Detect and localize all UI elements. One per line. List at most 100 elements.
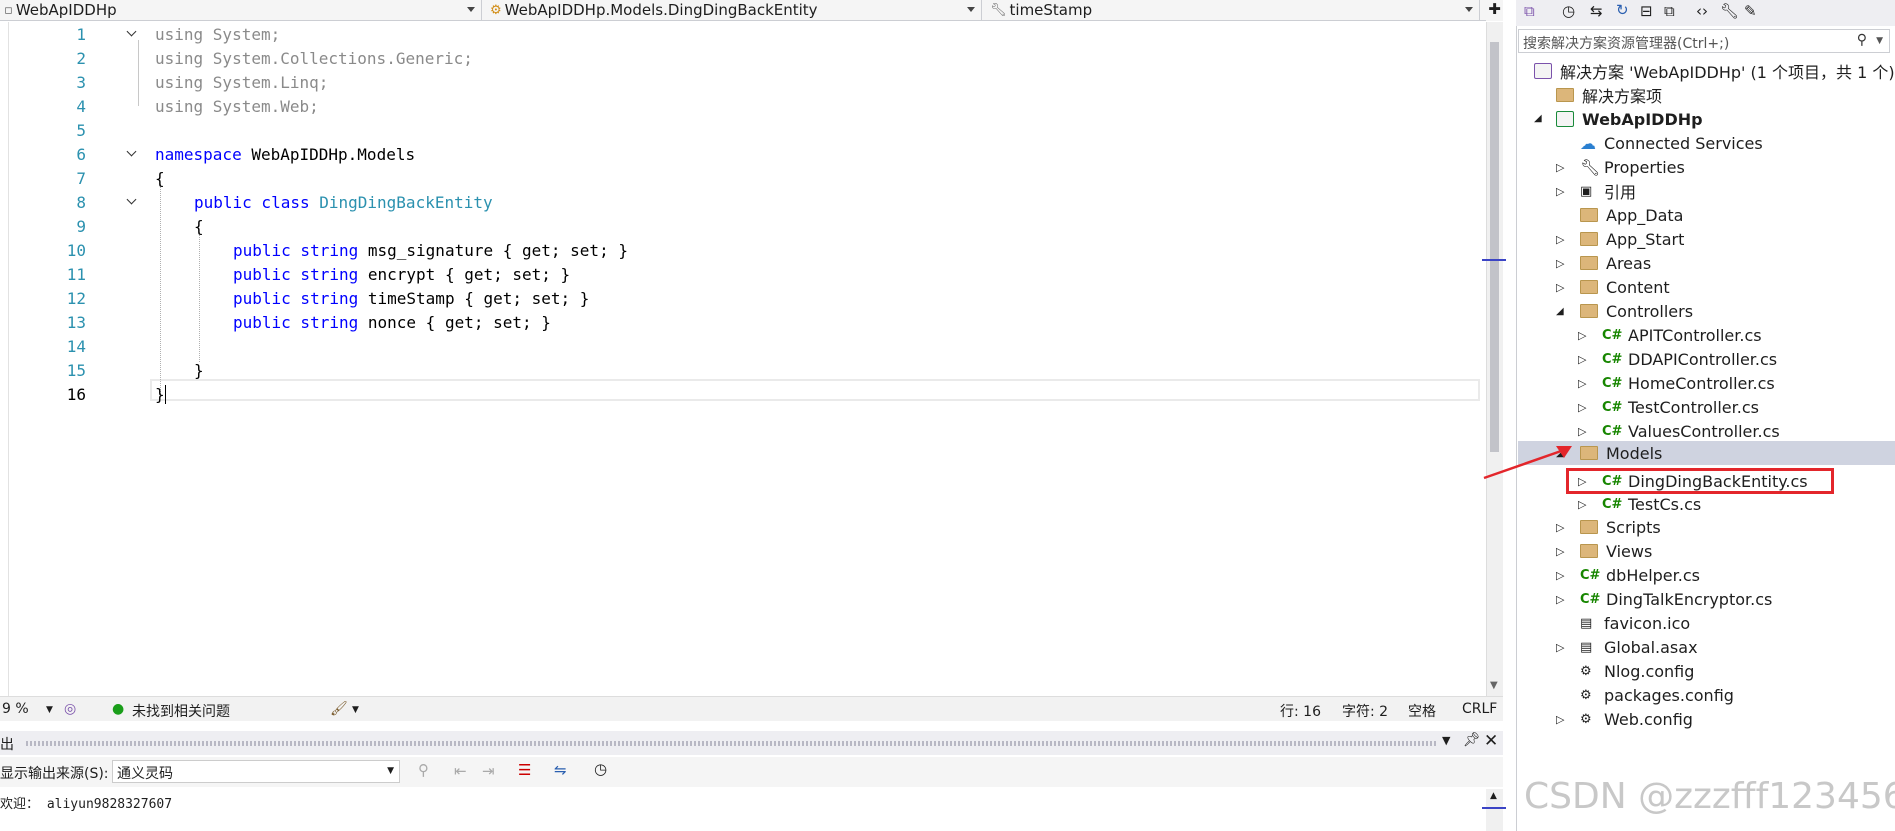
clear-all-icon[interactable]: ☰ [518,761,531,779]
collapse-all-icon[interactable]: ⊟ [1640,2,1653,20]
issues-status[interactable]: 未找到相关问题 [132,701,230,721]
collapse-icon[interactable] [126,196,138,208]
chevron-down-icon[interactable]: ▼ [352,705,359,715]
chevron-down-icon[interactable]: ▼ [1442,734,1450,747]
output-source-select[interactable]: 通义灵码 ▼ [112,760,400,783]
ai-assistant-icon[interactable]: ◎ [64,701,76,717]
tree-item-solution-items[interactable]: 解决方案项 [1556,83,1662,107]
zoom-level[interactable]: 9 % [2,701,29,717]
line-ending-indicator[interactable]: CRLF [1462,701,1497,717]
tree-item-connected-services[interactable]: ☁ Connected Services [1580,131,1763,155]
preview-icon[interactable]: ✎ [1744,2,1757,20]
expanded-icon[interactable]: ◢ [1556,306,1580,317]
tree-item-label: 引用 [1604,183,1637,202]
scroll-up-icon[interactable]: ▲ [1490,791,1497,801]
solution-explorer-toolbar: ⧉ ◷ ⇆ ↻ ⊟ ⧉ ‹› 🔧︎ ✎ [1516,0,1895,26]
tree-item-views[interactable]: ▷ Views [1556,539,1652,563]
find-message-icon[interactable]: ⚲ [418,761,429,779]
tree-item-file[interactable]: ⚙ Nlog.config [1580,659,1694,683]
expand-arrow-icon[interactable]: ▷ [1556,233,1580,246]
type-dropdown[interactable]: ⚙ WebApIDDHp.Models.DingDingBackEntity [486,0,982,20]
tree-item-file[interactable]: ▷ ▤ Global.asax [1556,635,1698,659]
tree-item-app-start[interactable]: ▷ App_Start [1556,227,1684,251]
refresh-icon[interactable]: ↻ [1616,1,1629,19]
word-wrap-icon[interactable]: ⇋ [554,761,567,779]
search-placeholder: 搜索解决方案资源管理器(Ctrl+;) [1523,36,1730,52]
expand-arrow-icon[interactable]: ▷ [1556,161,1580,174]
tree-item-label: HomeController.cs [1628,373,1775,393]
tree-item-file[interactable]: ▷ C# TestController.cs [1578,395,1759,419]
tree-item-file[interactable]: ▷ C# DingTalkEncryptor.cs [1556,587,1772,611]
wrench-icon[interactable]: 🔧︎ [1720,2,1739,20]
expand-arrow-icon[interactable]: ▷ [1556,713,1580,726]
asax-file-icon: ▤ [1580,639,1593,655]
chevron-down-icon[interactable]: ▼ [46,705,53,715]
member-dropdown[interactable]: 🔧︎ timeStamp [986,0,1480,20]
drag-grip[interactable] [26,741,1436,746]
tree-item-file[interactable]: ▷ C# HomeController.cs [1578,371,1775,395]
project-icon: ▫ [4,2,13,18]
expand-arrow-icon[interactable]: ▷ [1578,401,1602,414]
expand-arrow-icon[interactable]: ▷ [1556,281,1580,294]
expand-arrow-icon[interactable]: ▷ [1556,545,1580,558]
tree-item-controllers[interactable]: ◢ Controllers [1556,299,1693,323]
collapse-icon[interactable] [126,148,138,160]
next-message-icon[interactable]: ⇥ [482,762,495,780]
output-content[interactable]: 欢迎： aliyun9828327607 [0,789,1486,831]
chevron-down-icon: ▼ [387,766,394,776]
tree-item-content[interactable]: ▷ Content [1556,275,1670,299]
tree-item-file[interactable]: ⚙ packages.config [1580,683,1734,707]
tree-item-file[interactable]: ▷ C# dbHelper.cs [1556,563,1700,587]
expand-arrow-icon[interactable]: ▷ [1556,641,1580,654]
tree-item-project[interactable]: ◢ WebApIDDHp [1534,107,1703,131]
tree-item-properties[interactable]: ▷ 🔧︎ Properties [1556,155,1685,179]
show-all-files-icon[interactable]: ⧉ [1664,2,1675,20]
output-scrollbar[interactable]: ▲ [1482,789,1506,831]
tree-item-scripts[interactable]: ▷ Scripts [1556,515,1661,539]
expand-arrow-icon[interactable]: ▷ [1556,521,1580,534]
expand-arrow-icon[interactable]: ▷ [1556,185,1580,198]
chevron-down-icon[interactable]: ▼ [1876,36,1883,46]
pin-icon[interactable]: 📌︎ [1463,732,1481,748]
expand-arrow-icon[interactable]: ▷ [1578,329,1602,342]
vs-icon[interactable]: ⧉ [1524,2,1535,20]
code-view-icon[interactable]: ‹› [1696,2,1708,20]
close-icon[interactable]: ✕ [1484,731,1498,751]
tree-item-file[interactable]: ▷ C# TestCs.cs [1578,492,1701,516]
scrollbar-thumb[interactable] [1490,42,1499,452]
tree-item-areas[interactable]: ▷ Areas [1556,251,1651,275]
brush-icon[interactable]: 🖌︎ [330,701,348,717]
scroll-down-icon[interactable]: ▼ [1490,680,1498,691]
code-editor[interactable] [0,22,1486,696]
previous-message-icon[interactable]: ⇤ [454,762,467,780]
expand-arrow-icon[interactable]: ▷ [1578,353,1602,366]
expand-arrow-icon[interactable]: ▷ [1578,498,1602,511]
expand-arrow-icon[interactable]: ▷ [1556,569,1580,582]
tree-item-file[interactable]: ▷ ⚙ Web.config [1556,707,1693,731]
expand-arrow-icon[interactable]: ▷ [1578,425,1602,438]
solution-search-box[interactable]: 搜索解决方案资源管理器(Ctrl+;) ⚲ ▼ [1518,29,1890,53]
column-indicator[interactable]: 字符: 2 [1342,701,1388,721]
search-icon[interactable]: ⚲ [1857,32,1867,48]
tree-item-file[interactable]: ▷ C# APITController.cs [1578,323,1762,347]
tree-item-app-data[interactable]: App_Data [1580,203,1683,227]
tree-item-solution[interactable]: 解决方案 'WebApIDDHp' (1 个项目，共 1 个) [1534,59,1895,83]
tree-item-file[interactable]: ▷ C# DDAPIController.cs [1578,347,1777,371]
collapse-icon[interactable] [126,28,138,40]
expand-arrow-icon[interactable]: ▷ [1556,593,1580,606]
tree-item-file[interactable]: ▤ favicon.ico [1580,611,1690,635]
csharp-file-icon: C# [1580,591,1601,607]
clock-icon[interactable]: ◷ [594,760,607,778]
tree-item-references[interactable]: ▷ ▣ 引用 [1556,179,1636,203]
line-indicator[interactable]: 行: 16 [1280,701,1321,721]
tree-item-label: App_Data [1606,205,1684,225]
project-dropdown[interactable]: ▫ WebApIDDHp [0,0,482,20]
favicon-file-icon: ▤ [1580,615,1593,631]
expand-arrow-icon[interactable]: ▷ [1556,257,1580,270]
tree-item-file[interactable]: ▷ C# ValuesController.cs [1578,419,1780,443]
split-window-icon[interactable]: ✚ [1486,0,1503,21]
expand-arrow-icon[interactable]: ▷ [1578,377,1602,390]
history-icon[interactable]: ◷ [1562,2,1575,20]
sync-icon[interactable]: ⇆ [1590,2,1603,20]
whitespace-indicator[interactable]: 空格 [1408,701,1436,721]
